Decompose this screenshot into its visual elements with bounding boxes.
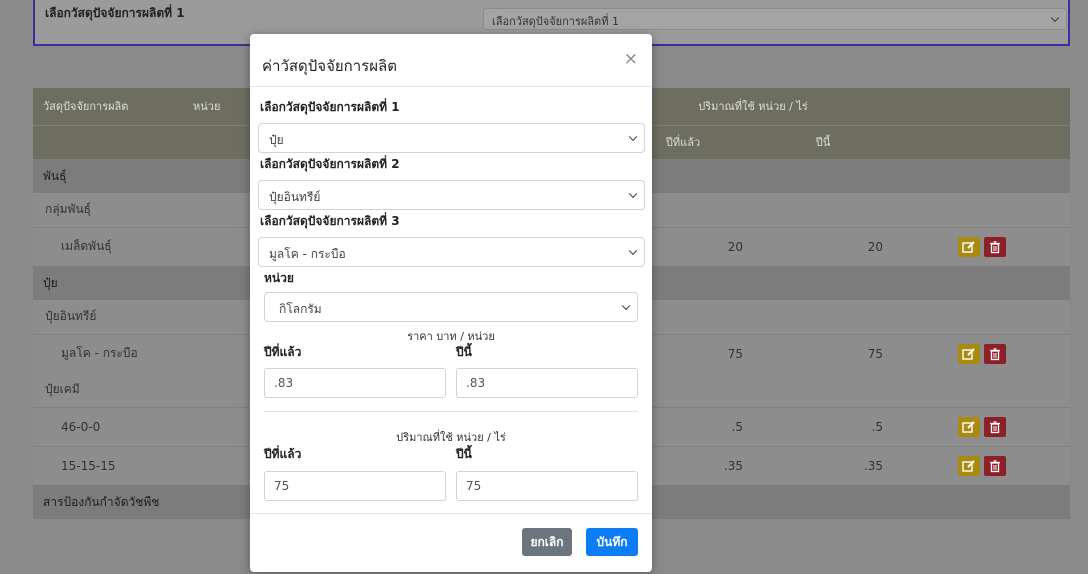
col-amount-group-header: ปริมาณที่ใช้ หน่วย / ไร่	[613, 88, 894, 125]
price-this-year-value: .83	[466, 376, 486, 390]
top-filter-label: เลือกวัสดุปัจจัยการผลิตที่ 1	[45, 6, 185, 20]
field1-select[interactable]: ปุ๋ย	[258, 123, 645, 153]
price-last-year-value: .83	[274, 376, 294, 390]
save-button[interactable]: บันทึก	[586, 528, 638, 556]
field2-select[interactable]: ปุ๋ยอินทรีย์	[258, 180, 645, 210]
field3-label: เลือกวัสดุปัจจัยการผลิตที่ 3	[260, 214, 400, 228]
field3-select[interactable]: มูลโค - กระบือ	[258, 237, 645, 267]
modal-footer: ยกเลิก บันทึก	[250, 513, 652, 572]
qty-this-year-label: ปีนี้	[456, 447, 472, 461]
trash-icon[interactable]	[983, 455, 1006, 476]
edit-icon[interactable]	[957, 343, 980, 364]
chevron-down-icon	[621, 301, 631, 311]
cancel-button[interactable]: ยกเลิก	[522, 528, 572, 556]
qty-caption: ปริมาณที่ใช้ หน่วย / ไร่	[396, 431, 506, 444]
material-cost-modal: ค่าวัสดุปัจจัยการผลิต × เลือกวัสดุปัจจัย…	[250, 34, 652, 572]
edit-icon[interactable]	[957, 416, 980, 437]
top-filter-value: เลือกวัสดุปัจจัยการผลิตที่ 1	[492, 15, 619, 28]
unit-label: หน่วย	[264, 271, 294, 285]
top-filter-select[interactable]: เลือกวัสดุปัจจัยการผลิตที่ 1	[483, 8, 1067, 30]
item-name: 15-15-15	[33, 445, 183, 485]
price-this-year-input[interactable]: .83	[456, 368, 638, 398]
item-name: มูลโค - กระบือ	[33, 333, 183, 373]
trash-icon[interactable]	[983, 236, 1006, 257]
price-this-year-label: ปีนี้	[456, 345, 472, 359]
section-divider	[264, 411, 638, 412]
trash-icon[interactable]	[983, 343, 1006, 364]
col-this-year-header: ปีนี้	[753, 124, 894, 159]
item-name: 46-0-0	[33, 406, 183, 446]
field2-label: เลือกวัสดุปัจจัยการผลิตที่ 2	[260, 157, 400, 171]
item-this-year: 20	[753, 226, 894, 266]
field1-label: เลือกวัสดุปัจจัยการผลิตที่ 1	[260, 100, 400, 114]
price-last-year-label: ปีที่แล้ว	[264, 345, 302, 359]
item-name: เมล็ดพันธุ์	[33, 226, 183, 266]
field2-value: ปุ๋ยอินทรีย์	[269, 190, 321, 204]
qty-this-year-input[interactable]: 75	[456, 471, 638, 501]
chevron-down-icon	[1050, 13, 1060, 23]
unit-value: กิโลกรัม	[279, 302, 322, 316]
price-last-year-input[interactable]: .83	[264, 368, 446, 398]
qty-last-year-label: ปีที่แล้ว	[264, 447, 302, 461]
trash-icon[interactable]	[983, 416, 1006, 437]
chevron-down-icon	[628, 132, 638, 142]
unit-select[interactable]: กิโลกรัม	[264, 292, 638, 322]
qty-this-year-value: 75	[466, 479, 482, 493]
item-this-year: .5	[753, 406, 894, 446]
field1-value: ปุ๋ย	[269, 133, 284, 147]
edit-icon[interactable]	[957, 455, 980, 476]
modal-title: ค่าวัสดุปัจจัยการผลิต	[262, 57, 397, 75]
price-caption: ราคา บาท / หน่วย	[407, 330, 495, 343]
qty-last-year-value: 75	[274, 479, 290, 493]
chevron-down-icon	[628, 189, 638, 199]
close-icon[interactable]: ×	[624, 49, 638, 69]
chevron-down-icon	[628, 246, 638, 256]
qty-last-year-input[interactable]: 75	[264, 471, 446, 501]
item-this-year: .35	[753, 445, 894, 485]
modal-header: ค่าวัสดุปัจจัยการผลิต ×	[250, 34, 652, 87]
item-this-year: 75	[753, 333, 894, 373]
field3-value: มูลโค - กระบือ	[269, 247, 346, 261]
edit-icon[interactable]	[957, 236, 980, 257]
col-material-header: วัสดุปัจจัยการผลิต	[33, 88, 183, 125]
